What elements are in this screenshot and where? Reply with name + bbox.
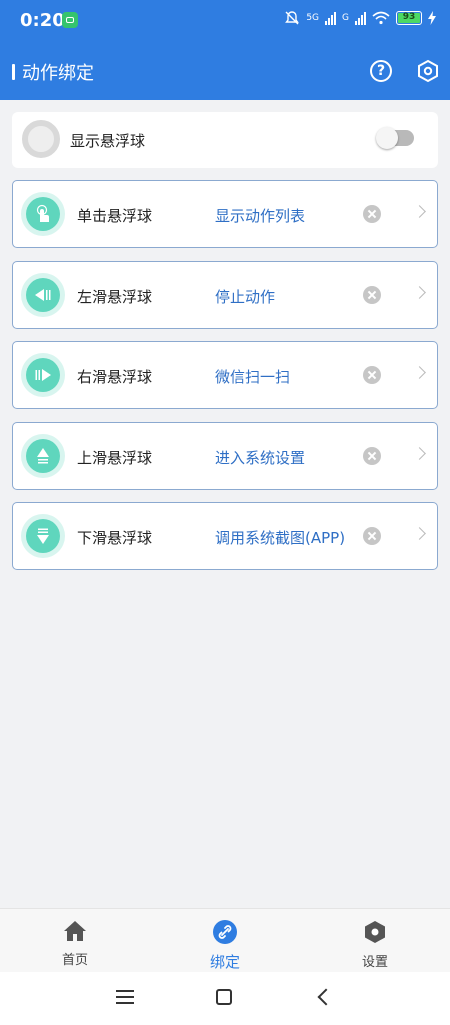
tap-icon-wrap [21,192,65,236]
title-marker [12,64,15,80]
status-bar: 0:20 5G G 93 [0,0,450,44]
wifi-icon [372,11,390,25]
gesture-label: 上滑悬浮球 [77,449,153,467]
swipe-down-icon-wrap [21,514,65,558]
swipe-up-icon [26,439,60,473]
clear-icon[interactable] [363,527,381,545]
swipe-right-icon [26,358,60,392]
binding-row-swipe-right[interactable]: 右滑悬浮球 微信扫一扫 [12,341,438,409]
recent-apps-icon[interactable] [116,990,134,1004]
swipe-down-icon [26,519,60,553]
float-ball-switch[interactable] [376,127,414,149]
binding-row-tap[interactable]: 单击悬浮球 显示动作列表 [12,180,438,248]
chevron-right-icon [413,205,426,218]
chevron-right-icon [413,447,426,460]
swipe-right-icon-wrap [21,353,65,397]
status-time: 0:20 [20,10,65,31]
signal-icon-1 [325,11,337,25]
battery-level: 93 [398,13,420,23]
float-ball-preview-icon [22,120,60,158]
chevron-right-icon [413,527,426,540]
settings-hex-icon[interactable] [416,59,440,83]
chevron-right-icon [413,286,426,299]
float-ball-toggle-card: 显示悬浮球 [12,112,438,168]
settings-hex-icon [365,921,385,943]
nav-label-bind: 绑定 [209,953,240,971]
float-ball-toggle-label: 显示悬浮球 [70,132,146,150]
back-icon[interactable] [317,988,335,1006]
binding-row-swipe-left[interactable]: 左滑悬浮球 停止动作 [12,261,438,329]
action-value[interactable]: 微信扫一扫 [215,366,290,387]
charging-icon [428,11,436,25]
mute-bell-icon [285,11,300,25]
nav-tab-settings[interactable]: 设置 [335,919,415,970]
binding-row-swipe-down[interactable]: 下滑悬浮球 调用系统截图(APP) [12,502,438,570]
action-value[interactable]: 调用系统截图(APP) [215,527,345,548]
network-type-2: G [342,13,349,23]
page-title: 动作绑定 [22,63,94,84]
nav-tab-bind[interactable]: 绑定 [185,919,265,972]
home-icon [64,921,86,941]
system-nav-bar [0,972,450,1025]
switch-knob [376,127,398,149]
gesture-label: 单击悬浮球 [77,207,153,225]
clear-icon[interactable] [363,366,381,384]
nav-label-settings: 设置 [361,955,388,970]
clear-icon[interactable] [363,205,381,223]
signal-icon-2 [355,11,366,25]
clear-icon[interactable] [363,286,381,304]
swipe-left-icon [26,278,60,312]
battery-icon: 93 [396,11,422,25]
network-type-1: 5G [306,13,320,23]
bottom-nav: 首页 绑定 设置 [0,908,450,973]
notification-app-icon [62,12,78,28]
tap-icon [26,197,60,231]
app-bar: 动作绑定 ? [0,44,450,100]
swipe-left-icon-wrap [21,273,65,317]
nav-tab-home[interactable]: 首页 [35,919,115,968]
home-square-icon[interactable] [216,989,232,1005]
clear-icon[interactable] [363,447,381,465]
gesture-label: 下滑悬浮球 [77,529,153,547]
nav-label-home: 首页 [61,953,88,968]
status-indicators: 5G G 93 [284,10,436,26]
action-value[interactable]: 进入系统设置 [215,447,305,468]
action-value[interactable]: 显示动作列表 [215,205,305,226]
help-button[interactable]: ? [370,60,392,82]
binding-row-swipe-up[interactable]: 上滑悬浮球 进入系统设置 [12,422,438,490]
swipe-up-icon-wrap [21,434,65,478]
chevron-right-icon [413,366,426,379]
gesture-label: 左滑悬浮球 [77,288,153,306]
link-icon [213,920,237,944]
gesture-label: 右滑悬浮球 [77,368,153,386]
action-value[interactable]: 停止动作 [215,286,275,307]
